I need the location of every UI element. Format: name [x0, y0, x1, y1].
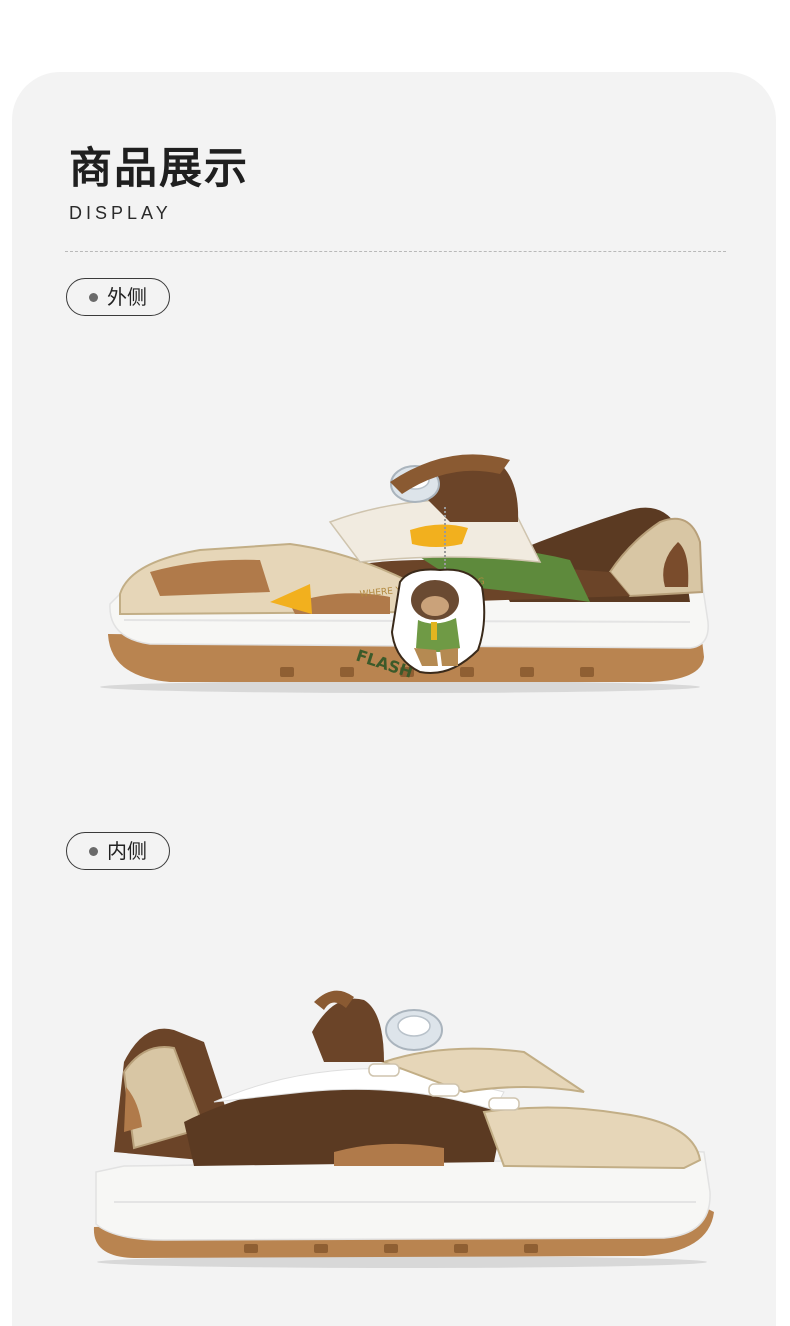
section-title: 商品展示 [69, 144, 249, 194]
outer-side-tag: 外侧 [66, 278, 170, 316]
shoe-outer-side-image: FLASH WHERE YOU ARE ANYTHING [100, 454, 709, 693]
section-subtitle: DISPLAY [69, 203, 172, 223]
dashed-divider [65, 251, 726, 252]
product-display-panel: 商品展示 DISPLAY 外侧 FLASH WHERE 内侧 [12, 72, 776, 1326]
inner-side-tag: 内侧 [66, 832, 170, 870]
bullet-dot-icon [89, 846, 98, 856]
inner-side-label: 内侧 [107, 839, 147, 863]
bullet-dot-icon [89, 292, 98, 302]
outer-side-label: 外侧 [107, 285, 147, 309]
shoe-inner-side-image [93, 990, 714, 1268]
